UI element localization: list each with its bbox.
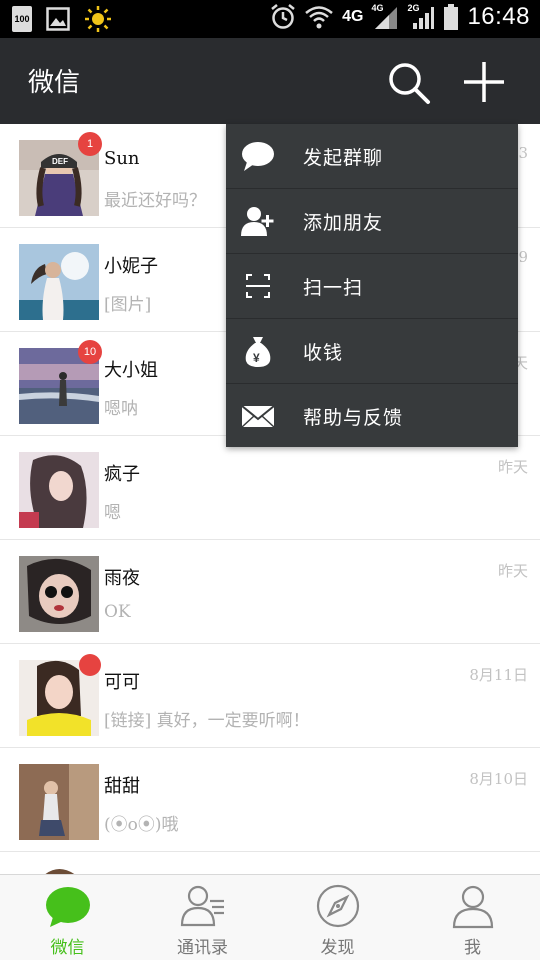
avatar: [19, 244, 99, 320]
chat-last-message: 嗯: [104, 503, 121, 523]
chat-name: 甜甜: [104, 776, 140, 797]
search-icon[interactable]: [386, 60, 432, 106]
menu-item-receive-money[interactable]: ¥ 收钱: [226, 319, 518, 384]
envelope-icon: [241, 405, 275, 428]
unread-dot: [79, 654, 101, 676]
chat-last-message: 最近还好吗？: [104, 191, 206, 211]
tab-chats[interactable]: 微信: [0, 875, 135, 960]
chat-time: 8月10日: [469, 770, 528, 788]
clock: 16:48: [467, 3, 530, 30]
chat-last-message: OK: [104, 602, 131, 622]
sun-icon: [85, 6, 111, 32]
tab-me[interactable]: 我: [405, 875, 540, 960]
scan-icon: [246, 274, 270, 298]
signal-1: 4G: [371, 3, 399, 31]
page-title: 微信: [28, 68, 81, 98]
chat-name: 可可: [104, 672, 140, 693]
menu-item-add-friend[interactable]: 添加朋友: [226, 189, 518, 254]
person-icon: [452, 885, 494, 929]
menu-item-group-chat[interactable]: 发起群聊: [226, 124, 518, 189]
battery-icon: [444, 4, 459, 30]
chat-name: 小妮子: [104, 256, 158, 277]
chat-icon: [46, 887, 90, 927]
chat-time: 8月11日: [469, 666, 528, 684]
tab-label: 通讯录: [177, 938, 228, 958]
battery-level-text: 100: [14, 14, 30, 24]
tab-label: 微信: [50, 938, 85, 958]
unread-badge: 1: [78, 132, 102, 156]
chat-name: 雨夜: [104, 568, 140, 589]
chat-row-partial[interactable]: [0, 852, 540, 874]
status-icons-left: 100: [12, 5, 112, 33]
avatar: [19, 764, 99, 840]
menu-item-label: 扫一扫: [303, 277, 364, 299]
chat-name: Sun: [104, 148, 140, 169]
chat-row-tiantian[interactable]: 甜甜 (⦿o⦿)哦 8月10日: [0, 748, 540, 852]
avatar: [19, 452, 99, 528]
chat-time: 昨天: [497, 562, 528, 580]
status-icons-right: 4G 4G 2G 16:48: [270, 3, 530, 31]
network-type: 4G: [342, 8, 364, 25]
svg-text:DEF: DEF: [52, 157, 68, 166]
add-friend-icon: [241, 207, 274, 236]
chat-row-yuye[interactable]: 雨夜 OK 昨天: [0, 540, 540, 644]
svg-text:¥: ¥: [253, 351, 260, 365]
unread-badge: 10: [78, 340, 102, 364]
wifi-icon: [305, 6, 333, 29]
menu-item-label: 添加朋友: [303, 212, 384, 234]
alarm-icon: [271, 4, 295, 29]
chat-last-message: [图片]: [104, 295, 152, 315]
menu-item-label: 帮助与反馈: [303, 407, 404, 429]
menu-item-help-feedback[interactable]: 帮助与反馈: [226, 384, 518, 449]
chat-bubble-icon: [242, 142, 274, 171]
signal-bars-icon: [375, 7, 398, 29]
chat-name: 大小姐: [104, 360, 158, 381]
menu-item-label: 收钱: [303, 342, 344, 364]
signal-2: 2G: [407, 3, 435, 31]
status-bar: 100 4G 4G 2G 16:48: [0, 0, 540, 38]
menu-item-label: 发起群聊: [303, 147, 384, 169]
battery-level-icon: 100: [12, 6, 32, 32]
tab-discover[interactable]: 发现: [270, 875, 405, 960]
tab-label: 我: [464, 938, 481, 958]
gallery-icon: [46, 7, 70, 31]
tab-label: 发现: [320, 938, 355, 958]
tab-contacts[interactable]: 通讯录: [135, 875, 270, 960]
contacts-icon: [180, 885, 224, 927]
chat-row-fengzi[interactable]: 疯子 嗯 昨天: [0, 436, 540, 540]
header-bar: 微信: [0, 38, 540, 124]
plus-icon[interactable]: [460, 58, 508, 106]
chat-last-message: (⦿o⦿)哦: [104, 815, 179, 835]
avatar: [19, 556, 99, 632]
chat-name: 疯子: [104, 464, 140, 485]
menu-item-scan[interactable]: 扫一扫: [226, 254, 518, 319]
chat-row-keke[interactable]: 可可 [链接] 真好，一定要听啊！ 8月11日: [0, 644, 540, 748]
signal-bars-icon: [413, 7, 435, 29]
plus-dropdown-menu: 发起群聊 添加朋友 扫一扫 ¥ 收钱 帮助与反馈: [226, 124, 518, 447]
bottom-tab-bar: 微信 通讯录 发现 我: [0, 874, 540, 960]
compass-icon: [316, 884, 360, 928]
chat-time: 昨天: [497, 458, 528, 476]
chat-last-message: 嗯呐: [104, 399, 138, 419]
money-bag-icon: ¥: [245, 337, 271, 367]
chat-last-message: [链接] 真好，一定要听啊！: [104, 711, 310, 731]
